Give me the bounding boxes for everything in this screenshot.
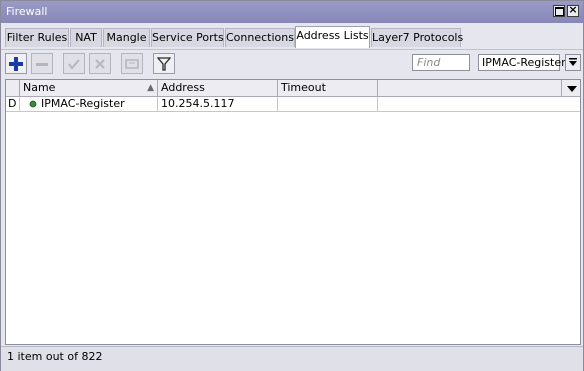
close-icon: × — [568, 3, 578, 16]
window-title: Firewall — [6, 5, 48, 18]
address-list-filter-dropdown[interactable] — [565, 54, 581, 71]
tab-nat[interactable]: NAT — [70, 28, 102, 47]
chevron-down-icon — [569, 58, 577, 66]
table-header: Name ▲ Address Timeout — [6, 80, 580, 97]
plus-icon — [9, 57, 23, 71]
tab-filter-rules[interactable]: Filter Rules — [5, 28, 69, 47]
tab-service-ports[interactable]: Service Ports — [151, 28, 224, 47]
filter-icon — [157, 57, 171, 71]
tab-bar: Filter Rules NAT Mangle Service Ports Co… — [1, 26, 583, 48]
filter-button[interactable] — [153, 53, 175, 74]
enable-button[interactable] — [63, 53, 85, 74]
disable-button[interactable] — [89, 53, 111, 74]
table-row[interactable]: D IPMAC-Register 10.254.5.117 — [6, 97, 580, 112]
status-bar: 1 item out of 822 — [1, 346, 583, 371]
row-address: 10.254.5.117 — [158, 97, 278, 112]
column-header-timeout[interactable]: Timeout — [278, 80, 378, 96]
sort-ascending-icon: ▲ — [147, 83, 154, 93]
tab-connections[interactable]: Connections — [225, 28, 295, 47]
title-bar[interactable]: Firewall × — [1, 1, 583, 23]
close-button[interactable]: × — [567, 3, 579, 17]
tab-address-lists[interactable]: Address Lists — [295, 26, 370, 48]
find-input[interactable] — [413, 55, 471, 70]
comment-button[interactable] — [121, 53, 143, 74]
tab-layer7-protocols[interactable]: Layer7 Protocols — [371, 28, 463, 47]
tab-mangle[interactable]: Mangle — [103, 28, 150, 47]
add-button[interactable] — [5, 53, 27, 74]
column-header-address[interactable]: Address — [158, 80, 278, 96]
row-name: IPMAC-Register — [20, 97, 158, 112]
find-field[interactable] — [412, 54, 471, 71]
flag-column-header[interactable] — [6, 80, 20, 96]
check-icon — [68, 59, 80, 70]
address-list-filter-value: IPMAC-Register — [482, 56, 566, 69]
address-list-table: Name ▲ Address Timeout D IPMAC-Register … — [5, 79, 581, 345]
cross-icon — [95, 59, 105, 69]
row-flag: D — [6, 97, 20, 112]
minus-icon — [36, 63, 48, 66]
item-count: 1 item out of 822 — [7, 350, 103, 363]
column-header-empty — [378, 80, 562, 96]
address-list-filter[interactable]: IPMAC-Register — [478, 54, 566, 71]
status-dot-icon — [29, 100, 37, 108]
column-header-name[interactable]: Name ▲ — [20, 80, 158, 96]
firewall-window: Firewall × Filter Rules NAT Mangle Servi… — [0, 0, 584, 371]
comment-icon — [125, 59, 139, 69]
chevron-down-icon — [567, 86, 577, 92]
row-name-text: IPMAC-Register — [41, 97, 125, 110]
row-empty-cell — [378, 97, 580, 112]
remove-button[interactable] — [31, 53, 53, 74]
column-header-name-label: Name — [23, 81, 56, 94]
row-timeout — [278, 97, 378, 112]
columns-menu-button[interactable] — [562, 80, 580, 96]
maximize-button[interactable] — [553, 5, 565, 17]
